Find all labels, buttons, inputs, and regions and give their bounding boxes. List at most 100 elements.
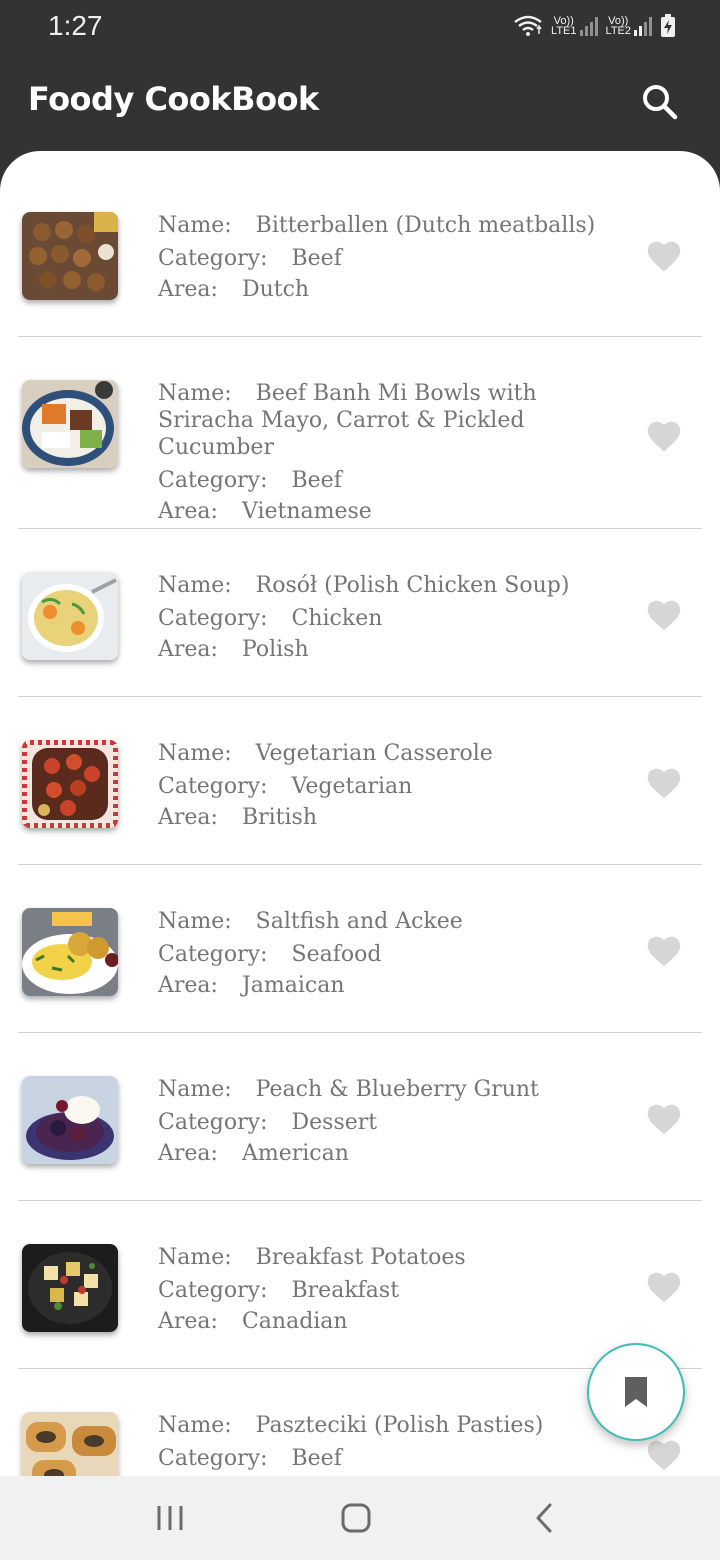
category-label: Category:: [158, 606, 268, 631]
category-label: Category:: [158, 468, 268, 493]
meal-info: Name: Vegetarian Casserole Category: Veget…: [158, 740, 598, 833]
search-icon: [643, 85, 678, 120]
bookmark-icon: [625, 1377, 647, 1407]
status-time: 1:27: [48, 10, 103, 41]
list-item[interactable]: Name: Beef Banh Mi Bowls with Sriracha May…: [0, 337, 720, 529]
list-item[interactable]: Name: Breakfast Potatoes Category: Breakfa…: [0, 1201, 720, 1369]
meal-category: Beef: [291, 246, 342, 271]
category-label: Category:: [158, 1278, 268, 1303]
area-label: Area:: [158, 973, 218, 998]
back-button[interactable]: [514, 1496, 574, 1540]
signal-bars-icon: [579, 16, 598, 36]
category-label: Category:: [158, 1110, 268, 1135]
meal-info: Name: Bitterballen (Dutch meatballs) Cate…: [158, 212, 598, 305]
sim2-network-label: LTE2: [605, 25, 631, 37]
recents-button[interactable]: [140, 1496, 200, 1540]
meal-info: Name: Peach & Blueberry Grunt Category: De…: [158, 1076, 598, 1169]
wifi-icon: [514, 15, 542, 36]
meal-name: Breakfast Potatoes: [255, 1245, 466, 1270]
heart-icon[interactable]: [645, 766, 683, 800]
meal-info: Name: Saltfish and Ackee Category: Seafood…: [158, 908, 598, 1001]
meal-info: Name: Breakfast Potatoes Category: Breakfa…: [158, 1244, 598, 1337]
name-label: Name:: [158, 213, 232, 238]
search-button[interactable]: [636, 78, 684, 126]
meal-thumbnail: [22, 1244, 118, 1332]
area-label: Area:: [158, 1141, 218, 1166]
list-item[interactable]: Name: Peach & Blueberry Grunt Category: De…: [0, 1033, 720, 1201]
meal-category: Chicken: [291, 606, 383, 631]
home-button[interactable]: [326, 1496, 386, 1540]
heart-icon[interactable]: [645, 1270, 683, 1304]
meal-thumbnail: [22, 740, 118, 828]
recents-icon: [157, 1506, 183, 1530]
meal-name: Beef Banh Mi Bowls with: [255, 381, 537, 406]
heart-icon[interactable]: [645, 598, 683, 632]
meal-area: American: [241, 1141, 349, 1166]
sim1-network-label: LTE1: [551, 25, 577, 37]
heart-icon[interactable]: [645, 1102, 683, 1136]
meal-name: Peach & Blueberry Grunt: [255, 1077, 539, 1102]
area-label: Area:: [158, 277, 218, 302]
meal-area: Jamaican: [241, 973, 345, 998]
meal-name-continued: Sriracha Mayo, Carrot & Pickled: [158, 408, 525, 433]
meal-area: Polish: [241, 637, 309, 662]
meal-name-continued: Cucumber: [158, 435, 274, 460]
status-icons: Vo)) LTE1 Vo)) LTE2: [513, 14, 676, 38]
meal-info: Name: Paszteciki (Polish Pasties) Categor…: [158, 1412, 598, 1474]
meal-area: British: [241, 805, 318, 830]
list-item[interactable]: Name: Vegetarian Casserole Category: Veget…: [0, 697, 720, 865]
name-label: Name:: [158, 1245, 232, 1270]
meal-category: Seafood: [291, 942, 382, 967]
area-label: Area:: [158, 1309, 218, 1334]
home-icon: [341, 1503, 371, 1533]
saved-recipes-fab[interactable]: [587, 1343, 685, 1441]
category-label: Category:: [158, 942, 268, 967]
category-label: Category:: [158, 246, 268, 271]
meal-category: Dessert: [291, 1110, 378, 1135]
meal-info: Name: Rosół (Polish Chicken Soup) Categor…: [158, 572, 598, 665]
name-label: Name:: [158, 909, 232, 934]
heart-icon[interactable]: [645, 239, 683, 273]
meal-info: Name: Beef Banh Mi Bowls with Sriracha May…: [158, 380, 598, 527]
name-label: Name:: [158, 741, 232, 766]
meal-thumbnail: [22, 572, 118, 660]
meal-name: Vegetarian Casserole: [255, 741, 493, 766]
category-label: Category:: [158, 1446, 268, 1471]
heart-icon[interactable]: [645, 1438, 683, 1472]
meal-category: Vegetarian: [291, 774, 413, 799]
meal-list[interactable]: Name: Bitterballen (Dutch meatballs) Cate…: [0, 151, 720, 1476]
meal-thumbnail: [22, 908, 118, 996]
meal-name: Paszteciki (Polish Pasties): [255, 1413, 544, 1438]
heart-icon[interactable]: [645, 419, 683, 453]
back-icon: [536, 1503, 552, 1533]
app-bar: Foody CookBook: [0, 56, 720, 152]
name-label: Name:: [158, 381, 232, 406]
area-label: Area:: [158, 499, 218, 524]
navigation-bar: [0, 1476, 720, 1560]
signal-bars-icon: [634, 16, 652, 36]
meal-category: Breakfast: [291, 1278, 400, 1303]
name-label: Name:: [158, 573, 232, 598]
meal-area: Vietnamese: [241, 499, 372, 524]
meal-area: Dutch: [241, 277, 310, 302]
meal-area: Canadian: [241, 1309, 348, 1334]
meal-thumbnail: [22, 1076, 118, 1164]
sim1-signal: Vo)) LTE1: [551, 16, 598, 37]
meal-thumbnail: [22, 212, 118, 300]
heart-icon[interactable]: [645, 934, 683, 968]
meal-name: Bitterballen (Dutch meatballs): [255, 213, 596, 238]
list-item[interactable]: Name: Bitterballen (Dutch meatballs) Cate…: [0, 151, 720, 337]
name-label: Name:: [158, 1077, 232, 1102]
meal-name: Rosół (Polish Chicken Soup): [255, 573, 570, 598]
list-item[interactable]: Name: Rosół (Polish Chicken Soup) Categor…: [0, 529, 720, 697]
area-label: Area:: [158, 805, 218, 830]
battery-charging-icon: [661, 14, 675, 37]
list-item[interactable]: Name: Saltfish and Ackee Category: Seafood…: [0, 865, 720, 1033]
category-label: Category:: [158, 774, 268, 799]
meal-name: Saltfish and Ackee: [255, 909, 463, 934]
meal-category: Beef: [291, 468, 342, 493]
meal-thumbnail: [22, 380, 118, 468]
meal-thumbnail: [22, 1412, 118, 1476]
app-title: Foody CookBook: [28, 80, 319, 118]
sim2-signal: Vo)) LTE2: [605, 16, 652, 37]
